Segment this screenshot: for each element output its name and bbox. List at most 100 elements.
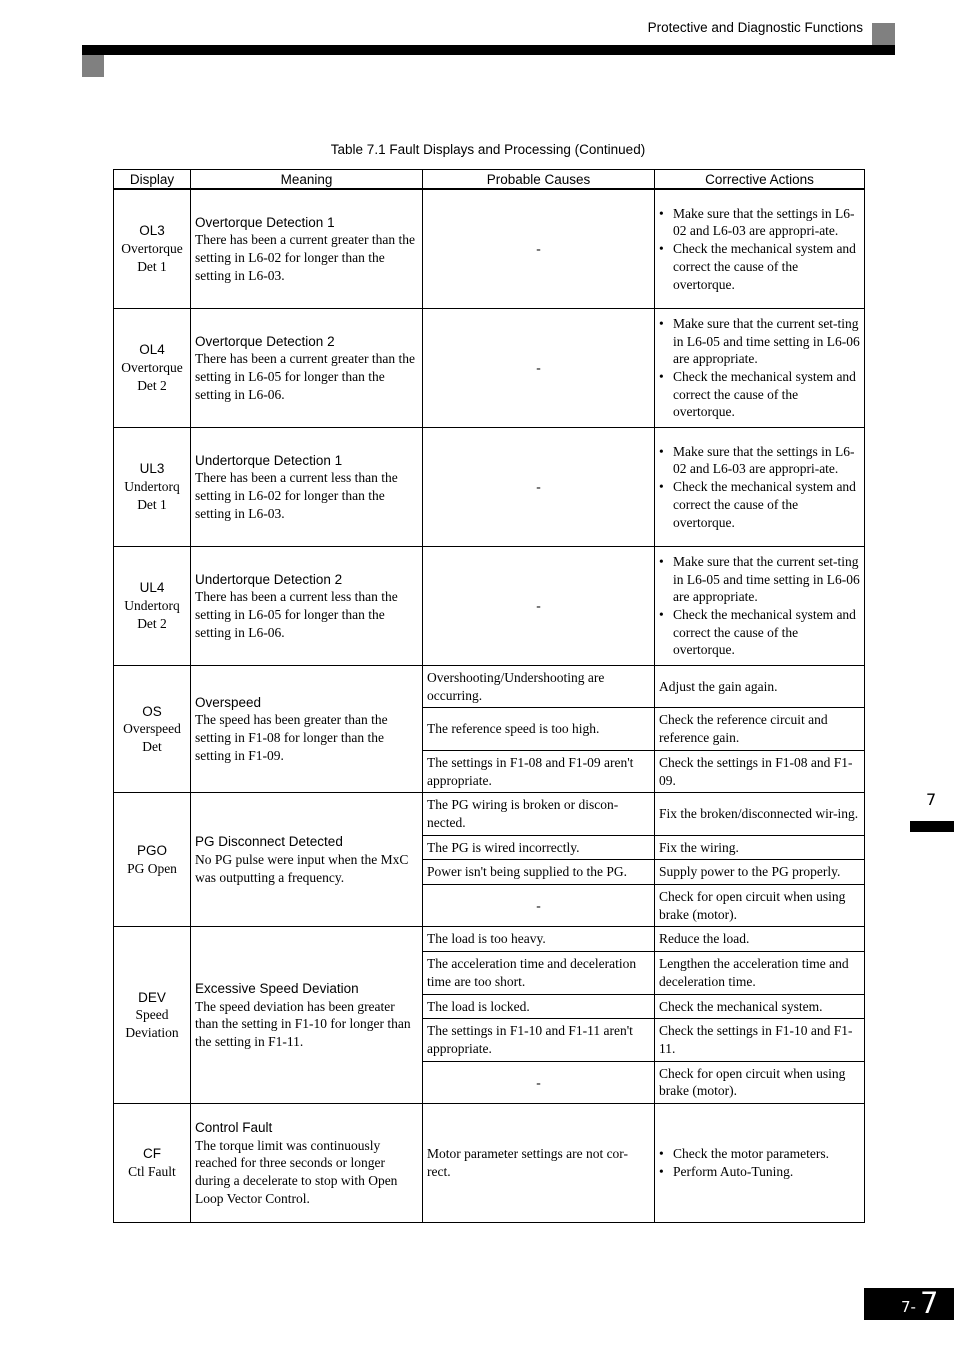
corrective-action-cell: Make sure that the settings in L6-02 and… [654,188,865,309]
fault-meaning-title: Undertorque Detection 2 [195,571,343,587]
probable-cause-cell: The reference speed is too high. [422,707,655,751]
corrective-action-cell: Check the settings in F1-10 and F1-11. [654,1018,865,1062]
fault-meaning-text: The torque limit was continuously reache… [195,1137,398,1206]
column-header-display: Display [113,169,191,190]
fault-meaning-title: Undertorque Detection 1 [195,452,343,468]
probable-cause-cell: - [422,546,655,666]
header-rule [82,45,895,55]
probable-cause-cell: The acceleration time and deceleration t… [422,951,655,995]
corrective-action-cell: Check for open circuit when using brake … [654,1060,865,1105]
table-header-row: Display Meaning Probable Causes Correcti… [113,169,865,190]
probable-cause-cell: The PG wiring is broken or discon-nected… [422,792,655,836]
fault-meaning-text: The speed deviation has been greater tha… [195,998,411,1049]
page-number-chapter: 7- [901,1298,916,1316]
fault-display-name: Det 1 [137,258,167,274]
fault-display-name: PG Open [127,860,177,876]
corrective-action-item: Make sure that the settings in L6-02 and… [659,205,860,240]
table-row: UL3 Undertorq Det 1 Undertorque Detection 1… [113,427,865,547]
probable-cause-cell: - [422,427,655,547]
fault-meaning-title: PG Disconnect Detected [195,834,343,850]
fault-display-name: Det 2 [137,377,167,393]
fault-display-cell: OL3 Overtorque Det 1 [113,188,191,309]
fault-meaning-cell: Overtorque Detection 2 There has been a c… [190,308,423,428]
corrective-action-cell: Make sure that the settings in L6-02 and… [654,427,865,547]
table-caption: Table 7.1 Fault Displays and Processing … [330,142,646,157]
probable-cause-cell: Motor parameter settings are not cor-rec… [422,1103,655,1224]
probable-cause-cell: - [422,188,655,309]
table-row: OL3 Overtorque Det 1 Overtorque Detection 1… [113,188,865,309]
fault-table-body: OL3 Overtorque Det 1 Overtorque Detection 1… [113,188,865,1224]
table-row: PGO PG Open PG Disconnect Detected No PG pu… [113,792,865,928]
fault-meaning-text: The speed has been greater than the sett… [195,712,388,763]
fault-display-name: Undertorq [124,479,180,495]
corrective-action-item: Make sure that the current set-ting in L… [659,315,860,368]
corrective-action-item: Check the mechanical system and correct … [659,478,860,531]
fault-code: UL4 [139,580,165,596]
fault-meaning-cell: Undertorque Detection 2 There has been a … [190,546,423,666]
probable-cause-cell: The load is locked. [422,993,655,1020]
corrective-action-item: Check the mechanical system and correct … [659,240,860,293]
fault-meaning-title: Control Fault [195,1119,273,1135]
section-title: Protective and Diagnostic Functions [647,20,863,35]
chapter-tab-bar [910,821,954,832]
fault-meaning-cell: PG Disconnect Detected No PG pulse were i… [190,792,423,928]
fault-display-cell: UL3 Undertorq Det 1 [113,427,191,547]
fault-code: DEV [138,989,166,1005]
corrective-action-item: Perform Auto-Tuning. [659,1163,860,1181]
table-row: DEV Speed Deviation Excessive Speed Deviati… [113,926,865,1105]
fault-display-name: Overtorque [121,241,183,257]
fault-table: Display Meaning Probable Causes Correcti… [113,169,865,1224]
corrective-action-list: Check the motor parameters.Perform Auto-… [659,1145,860,1180]
corrective-action-list: Make sure that the current set-ting in L… [659,553,860,659]
corrective-action-list: Make sure that the settings in L6-02 and… [659,205,860,294]
fault-display-name: Det 2 [137,615,167,631]
fault-meaning-text: There has been a current less than the s… [195,589,398,640]
fault-meaning-cell: Control Fault The torque limit was contin… [190,1103,423,1224]
fault-code: CF [143,1146,161,1162]
corrective-action-list: Make sure that the settings in L6-02 and… [659,443,860,532]
fault-meaning-title: Overtorque Detection 2 [195,333,335,349]
corrective-action-item: Make sure that the settings in L6-02 and… [659,443,860,478]
fault-display-cell: OS Overspeed Det [113,664,191,794]
corrective-action-cell: Make sure that the current set-ting in L… [654,546,865,666]
corrective-action-cell: Check the reference circuit and referenc… [654,707,865,751]
column-header-actions: Corrective Actions [654,169,865,190]
probable-cause-cell: The PG is wired incorrectly. [422,834,655,861]
table-row: OS Overspeed Det Overspeed The speed has bee… [113,664,865,794]
fault-display-cell: OL4 Overtorque Det 2 [113,308,191,428]
corrective-action-cell: Make sure that the current set-ting in L… [654,308,865,428]
corrective-action-list: Make sure that the current set-ting in L… [659,315,860,421]
fault-display-name: Overtorque [121,360,183,376]
corrective-action-cell: Check the motor parameters.Perform Auto-… [654,1103,865,1224]
fault-display-cell: DEV Speed Deviation [113,926,191,1105]
probable-cause-cell: The settings in F1-08 and F1-09 aren't a… [422,749,655,794]
probable-cause-cell: The settings in F1-10 and F1-11 aren't a… [422,1018,655,1062]
corrective-action-item: Make sure that the current set-ting in L… [659,553,860,606]
probable-cause-cell: Overshooting/Undershooting are occurring… [422,664,655,709]
probable-cause-cell: Power isn't being supplied to the PG. [422,859,655,886]
corrective-action-cell: Check for open circuit when using brake … [654,884,865,928]
fault-code: UL3 [139,461,165,477]
fault-meaning-title: Overspeed [195,694,262,710]
corrective-action-item: Check the mechanical system and correct … [659,606,860,659]
corrective-action-item: Check the motor parameters. [659,1145,860,1163]
table-row: UL4 Undertorq Det 2 Undertorque Detection 2… [113,546,865,666]
fault-meaning-text: There has been a current less than the s… [195,470,398,521]
table-row: CF Ctl Fault Control Fault The torque limit… [113,1103,865,1224]
fault-display-name: Det [142,738,162,754]
probable-cause-cell: - [422,884,655,928]
table-row: OL4 Overtorque Det 2 Overtorque Detection 2… [113,308,865,428]
fault-display-name: Overspeed [123,721,181,737]
fault-meaning-text: There has been a current greater than th… [195,232,416,283]
fault-display-cell: PGO PG Open [113,792,191,928]
chapter-tab-number: 7 [926,790,937,809]
fault-meaning-text: No PG pulse were input when the MxC was … [195,851,409,885]
fault-display-name: Speed [135,1007,169,1023]
fault-code: PGO [136,843,167,859]
probable-cause-cell: - [422,308,655,428]
fault-display-name: Deviation [125,1025,179,1041]
corrective-action-cell: Reduce the load. [654,926,865,953]
fault-meaning-title: Overtorque Detection 1 [195,214,335,230]
corrective-action-cell: Check the settings in F1-08 and F1-09. [654,749,865,794]
fault-display-cell: CF Ctl Fault [113,1103,191,1224]
